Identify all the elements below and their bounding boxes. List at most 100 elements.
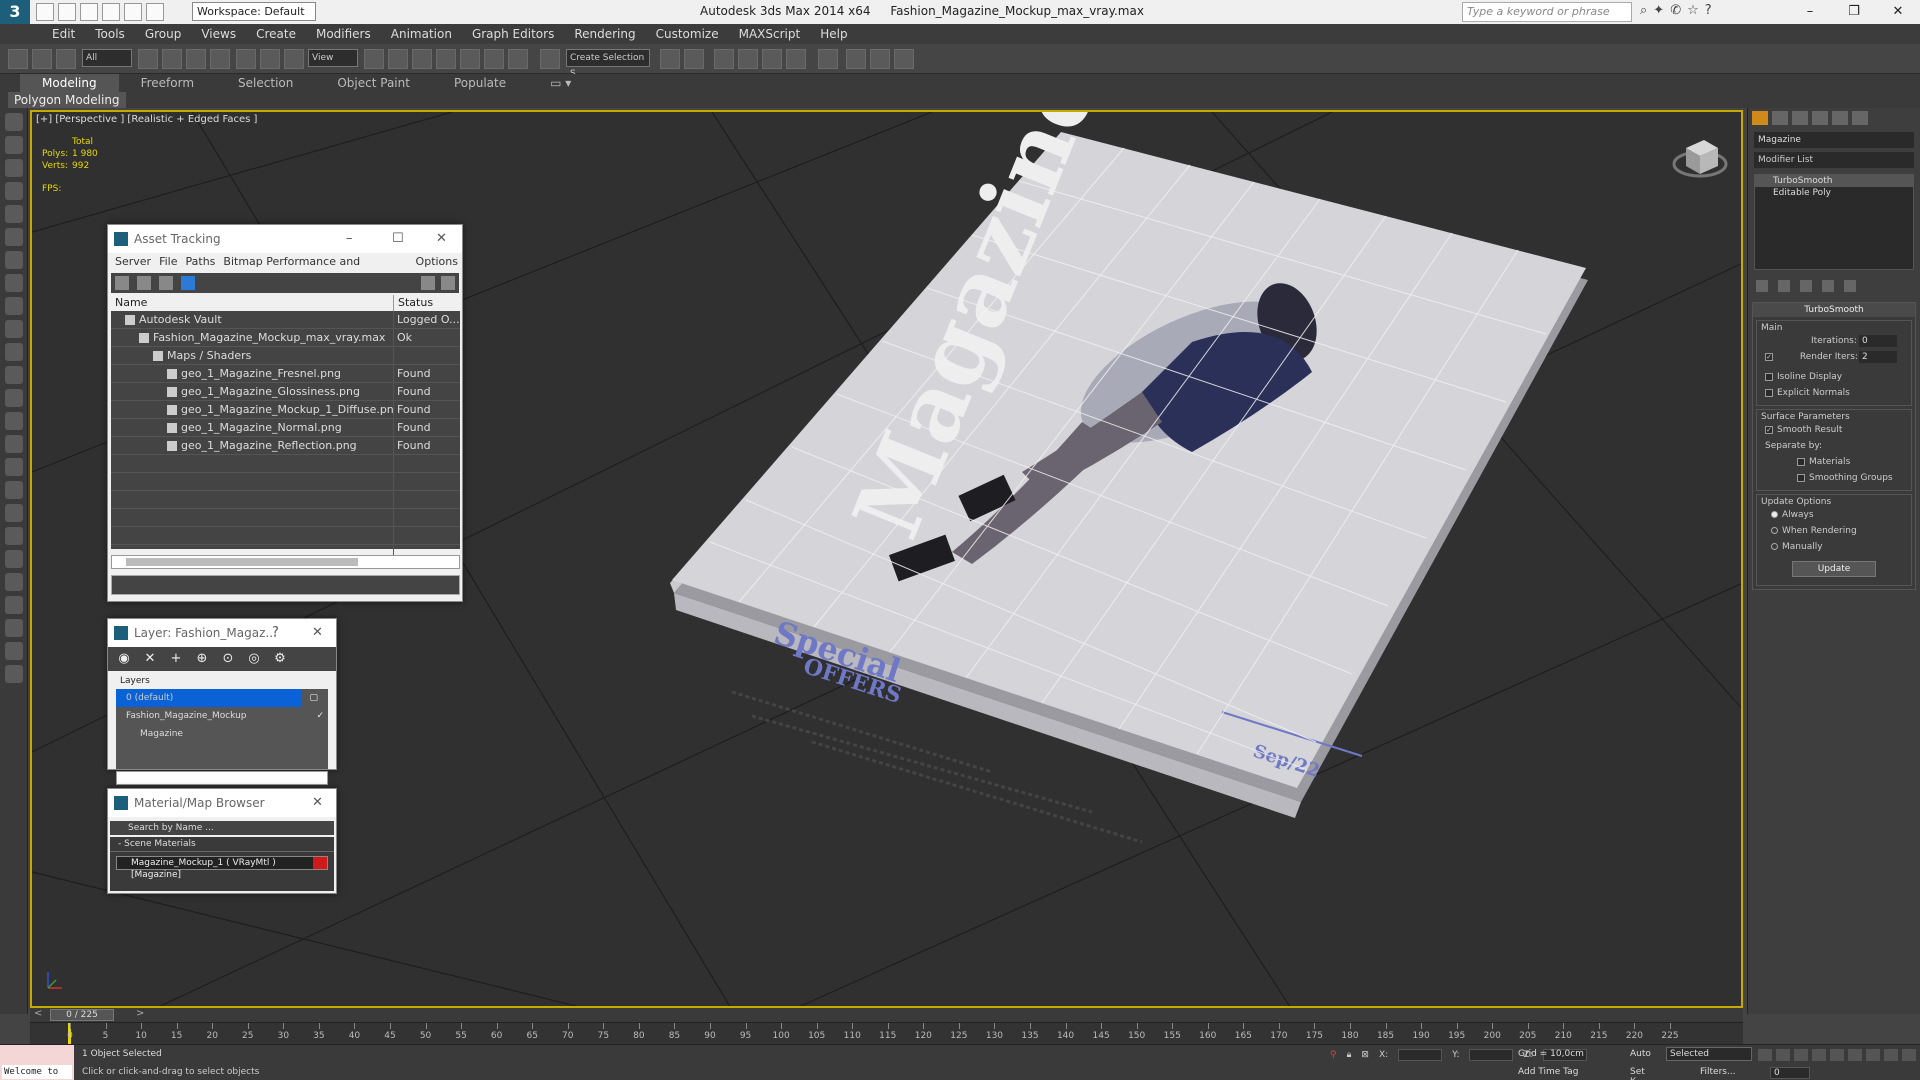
smoothing-groups-checkbox[interactable] [1797, 473, 1805, 482]
isoline-checkbox[interactable] [1765, 372, 1773, 381]
torus-icon[interactable] [4, 366, 23, 384]
modify-tab-icon[interactable] [1772, 111, 1788, 125]
menu-maxscript[interactable]: MAXScript [729, 24, 811, 44]
stack-item-editable-poly[interactable]: Editable Poly [1755, 187, 1913, 199]
pin-stack-icon[interactable] [1756, 280, 1768, 292]
scrollbar-thumb[interactable] [126, 558, 358, 566]
help-button[interactable]: ? [272, 625, 279, 640]
select-by-name-icon[interactable] [162, 49, 182, 69]
add-layer-icon[interactable]: + [168, 651, 184, 667]
highlight-icon[interactable]: ◎ [246, 651, 262, 667]
spacewarp-icon[interactable] [4, 481, 23, 499]
menu-graph-editors[interactable]: Graph Editors [462, 24, 564, 44]
snaps-toggle-icon[interactable] [436, 49, 456, 69]
percent-snap-icon[interactable] [484, 49, 504, 69]
always-radio[interactable] [1771, 511, 1778, 518]
lock-icon[interactable] [4, 205, 23, 223]
undo-icon[interactable] [102, 3, 120, 21]
go-to-end-icon[interactable] [1830, 1049, 1844, 1061]
render-setup-icon[interactable] [846, 49, 866, 69]
next-frame-icon[interactable]: > [136, 1008, 144, 1019]
maxscript-listener[interactable]: Welcome to [0, 1045, 74, 1080]
asset-row[interactable]: geo_1_Magazine_Normal.png Found [111, 419, 460, 437]
current-frame-field[interactable]: 0 [1770, 1067, 1810, 1079]
viewport-label-menu[interactable]: [+] [Perspective ] [Realistic + Edged Fa… [36, 114, 257, 125]
zoom-icon[interactable] [1848, 1049, 1862, 1061]
track-bar[interactable]: 0 5 10 15 20 25 30 35 40 45 50 55 60 65 70 75 80 85 90 95 10… [30, 1022, 1743, 1045]
pivot-center-icon[interactable] [364, 49, 384, 69]
list-view-icon[interactable] [137, 276, 151, 290]
open-file-icon[interactable] [58, 3, 76, 21]
schematic-view-icon[interactable] [786, 49, 806, 69]
selection-filter-dropdown[interactable]: All [82, 49, 132, 67]
window-crossing-icon[interactable] [210, 49, 230, 69]
asset-row[interactable]: Maps / Shaders [111, 347, 460, 365]
help-icon[interactable] [4, 665, 23, 683]
spinner-snap-icon[interactable] [508, 49, 528, 69]
align-icon[interactable] [684, 49, 704, 69]
display-icon[interactable] [4, 596, 23, 614]
menu-options[interactable]: Options [412, 253, 462, 271]
checkbox-icon[interactable]: ▢ [309, 689, 318, 707]
material-browser-titlebar[interactable]: Material/Map Browser ✕ [108, 789, 336, 817]
create-tab-icon[interactable] [1752, 111, 1768, 125]
render-production-icon[interactable] [894, 49, 914, 69]
maximize-icon[interactable]: ❐ [1832, 0, 1876, 24]
bind-space-warp-icon[interactable] [56, 49, 76, 69]
redo-icon[interactable] [124, 3, 142, 21]
orbit-icon[interactable] [1902, 1049, 1916, 1061]
box-icon[interactable] [4, 297, 23, 315]
checkmark-icon[interactable]: ✓ [316, 707, 324, 725]
subscription-icon[interactable]: ✦ [1653, 3, 1664, 18]
show-end-result-icon[interactable] [1778, 280, 1790, 292]
maximize-icon[interactable]: ☐ [392, 231, 404, 246]
tab-object-paint[interactable]: Object Paint [315, 74, 432, 92]
workspace-dropdown[interactable]: Workspace: Default [192, 2, 316, 21]
layer-manager-icon[interactable] [714, 49, 734, 69]
polygon-modeling-panel[interactable]: Polygon Modeling [8, 92, 126, 108]
display-tab-icon[interactable] [1832, 111, 1848, 125]
helper-icon[interactable] [4, 458, 23, 476]
layer-icon[interactable] [4, 159, 23, 177]
save-file-icon[interactable] [80, 3, 98, 21]
modifier-list-dropdown[interactable]: Modifier List [1754, 152, 1914, 168]
when-rendering-radio[interactable] [1771, 527, 1778, 534]
tab-modeling[interactable]: Modeling [20, 74, 119, 92]
previous-frame-icon[interactable] [1776, 1049, 1790, 1061]
material-item[interactable]: Magazine_Mockup_1 ( VRayMtl ) [Magazine] [116, 856, 328, 880]
asset-row[interactable]: geo_1_Magazine_Glossiness.png Found [111, 383, 460, 401]
materials-checkbox[interactable] [1797, 457, 1805, 466]
column-name[interactable]: Name [111, 295, 394, 311]
asset-row[interactable]: Fashion_Magazine_Mockup_max_vray.max Ok [111, 329, 460, 347]
add-to-layer-icon[interactable]: ⊕ [194, 651, 210, 667]
minimize-icon[interactable]: – [1788, 0, 1832, 24]
cylinder-icon[interactable] [4, 343, 23, 361]
material-search-input[interactable]: Search by Name ... [110, 821, 334, 835]
explicit-normals-checkbox[interactable] [1765, 388, 1773, 397]
utilities-tab-icon[interactable] [1852, 111, 1868, 125]
menu-tools[interactable]: Tools [85, 24, 135, 44]
freeze-icon[interactable] [4, 228, 23, 246]
asset-tracking-titlebar[interactable]: Asset Tracking – ☐ ✕ [108, 225, 462, 253]
auto-key-button[interactable]: Auto [1630, 1049, 1651, 1059]
maxscript-mini-listener[interactable]: Welcome to [2, 1065, 72, 1079]
new-file-icon[interactable] [36, 3, 54, 21]
unlink-icon[interactable] [32, 49, 52, 69]
update-button[interactable]: Update [1792, 561, 1876, 577]
asset-row[interactable]: geo_1_Magazine_Mockup_1_Diffuse.png Found [111, 401, 460, 419]
selection-set-dropdown[interactable]: Selected [1666, 1047, 1752, 1061]
magazine-cover[interactable] [672, 132, 1586, 788]
menu-edit[interactable]: Edit [42, 24, 85, 44]
minimize-icon[interactable]: – [346, 231, 353, 246]
menu-bitmap-performance[interactable]: Bitmap Performance and Memory [219, 253, 411, 286]
asset-row[interactable]: geo_1_Magazine_Reflection.png Found [111, 437, 460, 455]
menu-help[interactable]: Help [810, 24, 857, 44]
menu-server[interactable]: Server [111, 253, 155, 271]
add-time-tag[interactable]: Add Time Tag [1518, 1067, 1578, 1077]
scene-materials-category[interactable]: - Scene Materials [110, 837, 334, 852]
asset-row[interactable]: geo_1_Magazine_Fresnel.png Found [111, 365, 460, 383]
prev-frame-icon[interactable]: < [34, 1008, 42, 1019]
delete-icon[interactable]: ✕ [142, 651, 158, 667]
tab-selection[interactable]: Selection [216, 74, 315, 92]
hierarchy-icon[interactable] [4, 550, 23, 568]
